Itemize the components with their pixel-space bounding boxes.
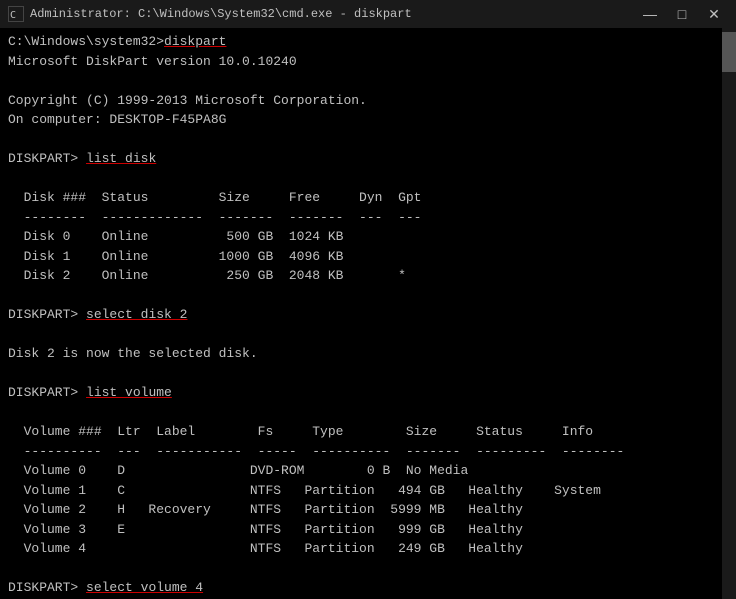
svg-text:C: C: [10, 10, 16, 21]
window-title: Administrator: C:\Windows\System32\cmd.e…: [30, 7, 412, 21]
disk1-line: Disk 1 Online 1000 GB 4096 KB: [8, 247, 728, 267]
computer-line: On computer: DESKTOP-F45PA8G: [8, 110, 728, 130]
prompt3-line: DISKPART> list volume: [8, 383, 728, 403]
blank1: [8, 71, 728, 91]
selected-disk-line: Disk 2 is now the selected disk.: [8, 344, 728, 364]
path-line: C:\Windows\system32>diskpart: [8, 32, 728, 52]
prompt4-line: DISKPART> select volume 4: [8, 578, 728, 598]
prompt2-line: DISKPART> select disk 2: [8, 305, 728, 325]
maximize-button[interactable]: □: [668, 4, 696, 24]
disk-header2: -------- ------------- ------- ------- -…: [8, 208, 728, 228]
blank3: [8, 169, 728, 189]
vol-header1: Volume ### Ltr Label Fs Type Size Status…: [8, 422, 728, 442]
scrollbar-thumb[interactable]: [722, 32, 736, 72]
cmd-icon: C: [8, 6, 24, 22]
copyright-line: Copyright (C) 1999-2013 Microsoft Corpor…: [8, 91, 728, 111]
blank6: [8, 364, 728, 384]
vol1-line: Volume 1 C NTFS Partition 494 GB Healthy…: [8, 481, 728, 501]
disk-header1: Disk ### Status Size Free Dyn Gpt: [8, 188, 728, 208]
title-bar-left: C Administrator: C:\Windows\System32\cmd…: [8, 6, 412, 22]
minimize-button[interactable]: —: [636, 4, 664, 24]
path-prompt: C:\Windows\system32>: [8, 34, 164, 49]
vol3-line: Volume 3 E NTFS Partition 999 GB Healthy: [8, 520, 728, 540]
disk0-line: Disk 0 Online 500 GB 1024 KB: [8, 227, 728, 247]
blank4: [8, 286, 728, 306]
vol2-line: Volume 2 H Recovery NTFS Partition 5999 …: [8, 500, 728, 520]
blank5: [8, 325, 728, 345]
cmd-window: C Administrator: C:\Windows\System32\cmd…: [0, 0, 736, 599]
prompt1-line: DISKPART> list disk: [8, 149, 728, 169]
vol-header2: ---------- --- ----------- ----- -------…: [8, 442, 728, 462]
blank8: [8, 559, 728, 579]
scrollbar[interactable]: [722, 28, 736, 599]
blank2: [8, 130, 728, 150]
close-button[interactable]: ✕: [700, 4, 728, 24]
vol0-line: Volume 0 D DVD-ROM 0 B No Media: [8, 461, 728, 481]
disk2-line: Disk 2 Online 250 GB 2048 KB *: [8, 266, 728, 286]
blank7: [8, 403, 728, 423]
version-line: Microsoft DiskPart version 10.0.10240: [8, 52, 728, 72]
vol4-line: Volume 4 NTFS Partition 249 GB Healthy: [8, 539, 728, 559]
console-body[interactable]: C:\Windows\system32>diskpart Microsoft D…: [0, 28, 736, 599]
title-bar-controls: — □ ✕: [636, 4, 728, 24]
title-bar: C Administrator: C:\Windows\System32\cmd…: [0, 0, 736, 28]
